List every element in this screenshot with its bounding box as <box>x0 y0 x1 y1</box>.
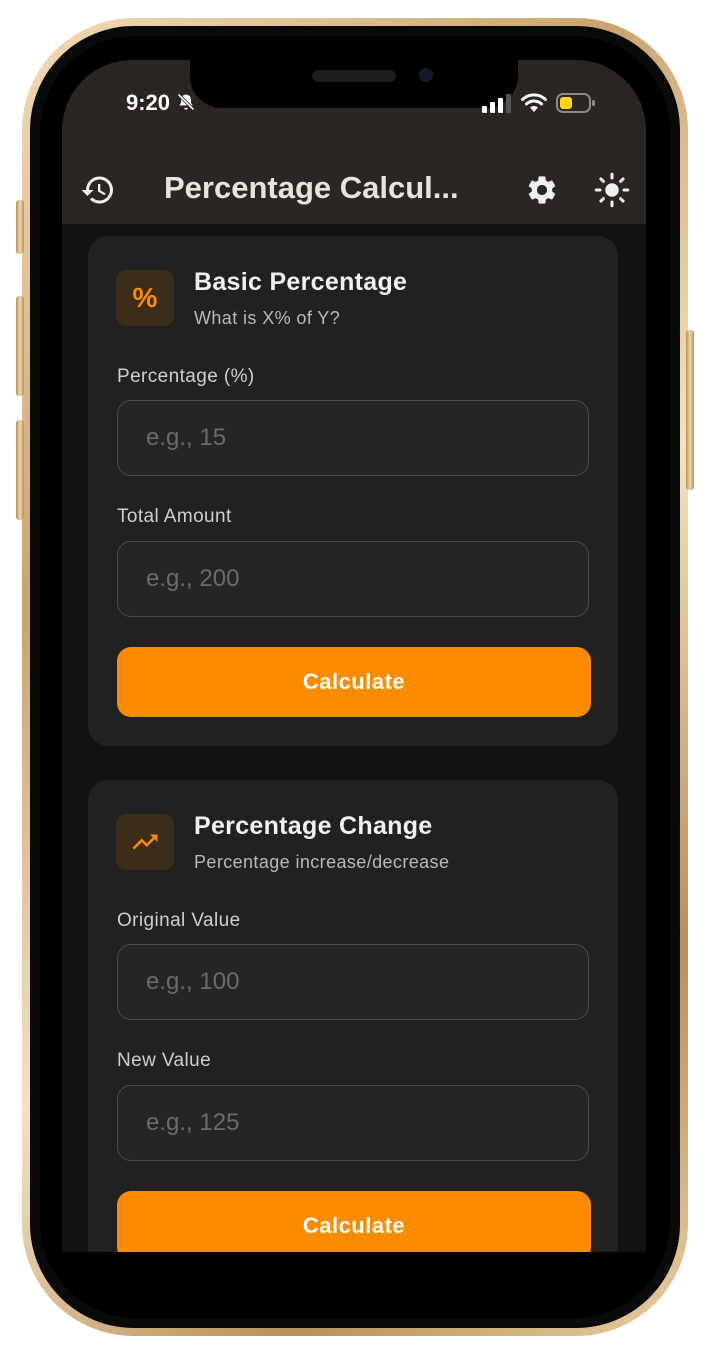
status-icons <box>482 90 596 116</box>
app-bar: Percentage Calcul... <box>62 156 646 224</box>
gear-icon <box>528 176 556 204</box>
card-icon-container <box>116 814 174 870</box>
basic-percentage-card: % Basic Percentage What is X% of Y? Perc… <box>88 236 618 746</box>
battery-icon <box>556 93 595 113</box>
card-icon-container: % <box>116 270 174 326</box>
card-subtitle: What is X% of Y? <box>194 308 341 328</box>
page-title: Percentage Calcul... <box>164 170 459 205</box>
card-title: Percentage Change <box>194 812 433 840</box>
card-subtitle: Percentage increase/decrease <box>194 852 450 872</box>
status-time-text: 9:20 <box>126 90 171 115</box>
phone-screen: 9:20 Percentage Calcul... % Basic Percen… <box>62 60 646 1252</box>
sun-icon <box>594 172 630 208</box>
total-amount-label: Total Amount <box>117 506 232 527</box>
trending-up-icon <box>132 834 158 850</box>
volume-up-button <box>16 296 24 396</box>
power-button <box>686 330 694 490</box>
new-value-input[interactable] <box>117 1085 589 1161</box>
theme-toggle-button[interactable] <box>592 170 632 210</box>
volume-down-button <box>16 420 24 520</box>
new-value-label: New Value <box>117 1050 212 1071</box>
mute-switch <box>16 200 24 254</box>
history-icon <box>81 176 113 204</box>
calculate-button[interactable]: Calculate <box>117 647 591 717</box>
original-value-label: Original Value <box>117 910 241 931</box>
notch <box>190 60 518 108</box>
percentage-label: Percentage (%) <box>117 366 255 387</box>
settings-button[interactable] <box>522 170 562 210</box>
calculator-list[interactable]: % Basic Percentage What is X% of Y? Perc… <box>62 224 646 1252</box>
speaker-grille <box>312 70 396 82</box>
cellular-signal-icon <box>482 94 511 113</box>
bell-off-icon <box>177 93 195 111</box>
front-camera <box>419 68 433 82</box>
wifi-icon <box>521 93 547 112</box>
total-amount-input[interactable] <box>117 541 589 617</box>
percentage-change-card: Percentage Change Percentage increase/de… <box>88 780 618 1252</box>
status-time: 9:20 <box>126 90 196 116</box>
calculate-button[interactable]: Calculate <box>117 1191 591 1252</box>
percentage-input[interactable] <box>117 400 589 476</box>
history-button[interactable] <box>78 170 118 210</box>
percent-icon: % <box>132 282 158 313</box>
original-value-input[interactable] <box>117 944 589 1020</box>
card-title: Basic Percentage <box>194 268 408 296</box>
